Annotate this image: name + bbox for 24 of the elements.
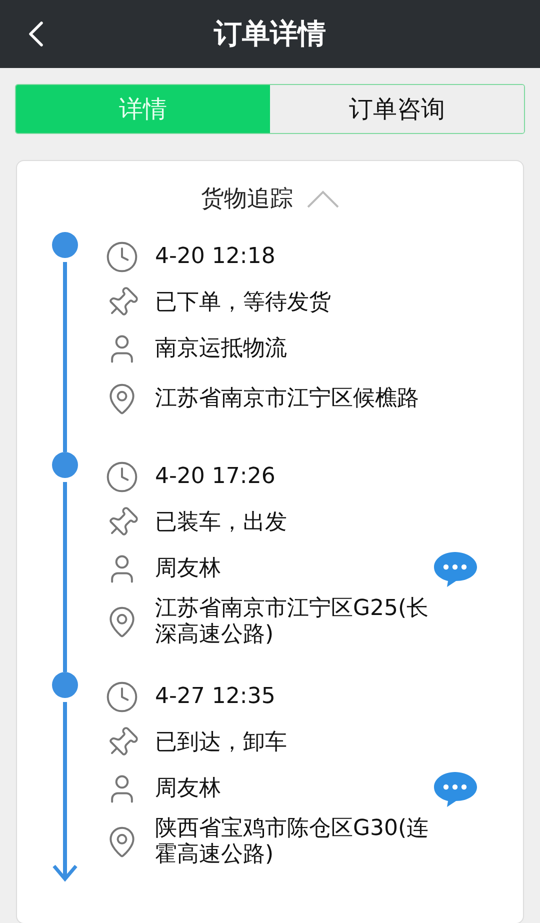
event-person: 南京运抵物流 <box>155 336 288 362</box>
timeline-dot <box>52 672 78 698</box>
event-time: 4-20 12:18 <box>155 244 276 270</box>
event-status: 已下单，等待发货 <box>155 290 332 316</box>
chat-bubble-icon[interactable] <box>433 550 477 588</box>
chat-bubble-icon[interactable] <box>433 770 477 808</box>
section-title: 货物追踪 <box>201 185 293 214</box>
timeline-dot <box>52 452 78 478</box>
event-person: 周友林 <box>155 556 222 582</box>
event-address: 江苏省南京市江宁区候樵路 <box>155 386 420 412</box>
event-person: 周友林 <box>155 776 222 802</box>
chevron-up-icon <box>307 190 339 208</box>
event-status: 已装车，出发 <box>155 510 288 536</box>
event-status: 已到达，卸车 <box>155 730 288 756</box>
event-time: 4-20 17:26 <box>155 464 276 490</box>
collapse-toggle[interactable] <box>307 190 339 208</box>
clock-icon <box>105 460 139 494</box>
clock-icon <box>105 240 139 274</box>
event-address: 江苏省南京市江宁区G25(长深高速公路) <box>155 596 430 649</box>
timeline-dot <box>52 232 78 258</box>
page-title: 订单详情 <box>214 16 326 52</box>
event-address: 陕西省宝鸡市陈仓区G30(连霍高速公路) <box>155 816 430 869</box>
event-time: 4-27 12:35 <box>155 684 276 710</box>
clock-icon <box>105 680 139 714</box>
